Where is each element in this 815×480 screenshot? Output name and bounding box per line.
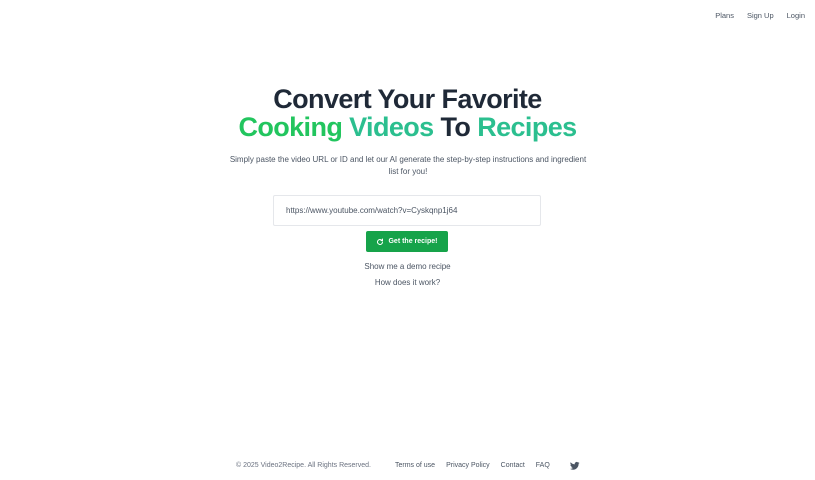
video-url-input[interactable] <box>273 195 541 226</box>
demo-recipe-link[interactable]: Show me a demo recipe <box>0 262 815 271</box>
top-nav: Plans Sign Up Login <box>715 11 805 20</box>
footer-terms-link[interactable]: Terms of use <box>395 462 435 469</box>
twitter-icon[interactable] <box>570 461 580 471</box>
hero-word-recipes: Recipes <box>477 112 577 142</box>
nav-signup-link[interactable]: Sign Up <box>747 11 774 20</box>
footer-faq-link[interactable]: FAQ <box>536 462 550 469</box>
footer-links: Terms of use Privacy Policy Contact FAQ <box>395 462 550 469</box>
how-it-works-link[interactable]: How does it work? <box>0 278 815 287</box>
footer-privacy-link[interactable]: Privacy Policy <box>446 462 490 469</box>
get-recipe-button[interactable]: Get the recipe! <box>366 231 448 252</box>
get-recipe-label: Get the recipe! <box>388 238 438 245</box>
hero-title-line2: Cooking Videos To Recipes <box>0 113 815 141</box>
nav-plans-link[interactable]: Plans <box>715 11 734 20</box>
footer-contact-link[interactable]: Contact <box>501 462 525 469</box>
hero-word-videos: Videos <box>349 112 434 142</box>
refresh-icon <box>377 238 384 245</box>
hero-title-line1: Convert Your Favorite <box>0 85 815 113</box>
hero-word-to: To <box>440 112 471 142</box>
page: Plans Sign Up Login Convert Your Favorit… <box>0 0 815 480</box>
hero-word-cooking: Cooking <box>238 112 343 142</box>
hero-title-text: Convert Your Favorite <box>273 84 542 114</box>
hero-subtitle: Simply paste the video URL or ID and let… <box>229 155 587 176</box>
nav-login-link[interactable]: Login <box>787 11 805 20</box>
hero-heading: Convert Your Favorite Cooking Videos To … <box>0 85 815 141</box>
footer-copyright: © 2025 Video2Recipe. All Rights Reserved… <box>236 462 371 469</box>
